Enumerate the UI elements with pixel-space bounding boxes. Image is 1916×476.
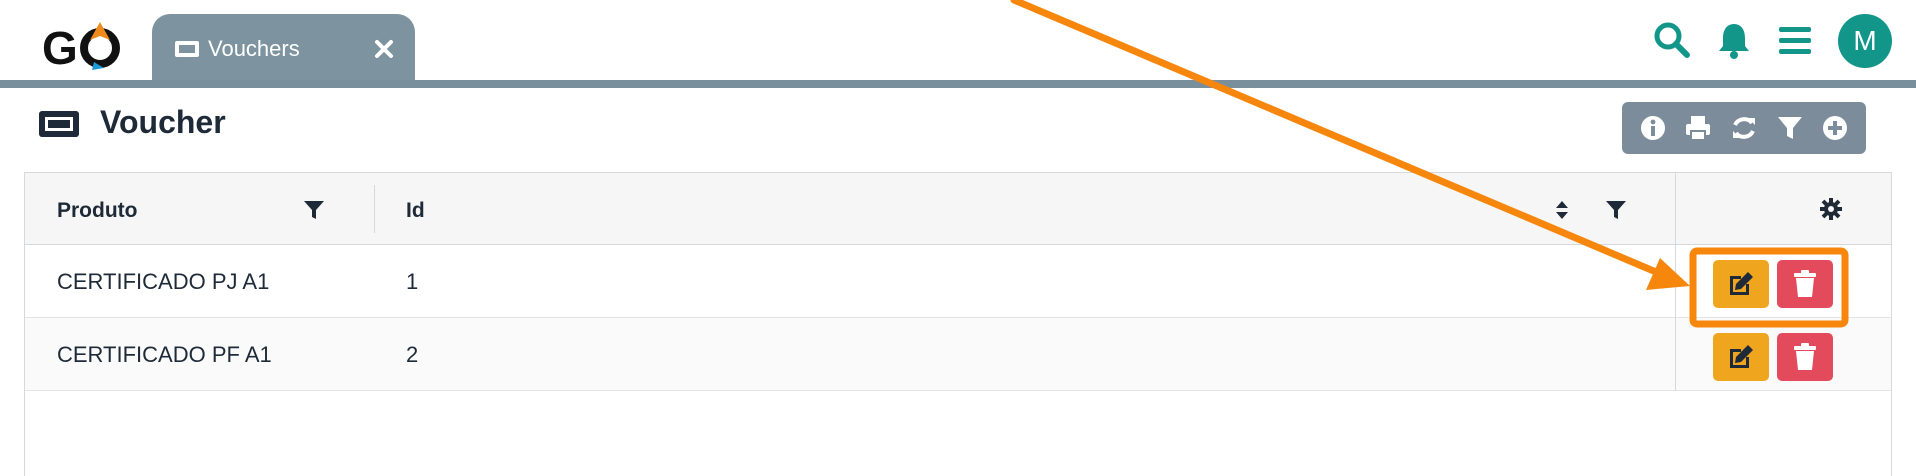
delete-button[interactable] <box>1777 333 1833 381</box>
table-row[interactable]: CERTIFICADO PF A1 2 <box>25 318 1891 391</box>
trash-icon <box>1794 270 1816 297</box>
column-separator <box>1675 245 1676 318</box>
gear-icon[interactable] <box>1819 197 1843 221</box>
cell-id: 2 <box>406 342 419 367</box>
avatar-initial: M <box>1853 25 1877 56</box>
column-separator <box>1675 318 1676 391</box>
refresh-button[interactable] <box>1727 111 1761 145</box>
go-logo[interactable]: G <box>40 18 122 72</box>
page-title: Voucher <box>100 104 226 140</box>
tab-label: Vouchers <box>208 36 300 61</box>
filter-icon[interactable] <box>303 199 325 221</box>
print-button[interactable] <box>1681 111 1715 145</box>
cell-id: 1 <box>406 269 419 294</box>
column-separator[interactable] <box>1675 173 1676 245</box>
edit-icon <box>1730 345 1753 368</box>
bell-icon[interactable] <box>1714 20 1754 60</box>
grid-header: Produto Id <box>25 173 1891 245</box>
table-row[interactable]: CERTIFICADO PJ A1 1 <box>25 245 1891 318</box>
column-header-produto[interactable]: Produto <box>57 199 137 223</box>
info-icon <box>1640 116 1665 140</box>
toolbar <box>1622 102 1866 154</box>
print-icon <box>1686 116 1711 141</box>
top-bar-divider <box>0 80 1916 88</box>
trash-icon <box>1794 343 1816 370</box>
edit-icon <box>1730 272 1753 295</box>
cell-produto: CERTIFICADO PF A1 <box>57 342 272 367</box>
tab-vouchers[interactable]: Vouchers <box>152 14 415 82</box>
filter-icon <box>1777 117 1802 139</box>
ticket-icon <box>175 41 199 57</box>
menu-icon[interactable] <box>1775 20 1815 60</box>
cell-produto: CERTIFICADO PJ A1 <box>57 269 270 294</box>
column-separator[interactable] <box>374 185 375 233</box>
voucher-grid: Produto Id CERTIFICADO PJ A1 1 CERTIFICA… <box>24 172 1892 476</box>
edit-button[interactable] <box>1713 333 1769 381</box>
search-icon[interactable] <box>1652 20 1692 60</box>
filter-icon[interactable] <box>1605 199 1627 221</box>
add-button[interactable] <box>1818 111 1852 145</box>
add-icon <box>1823 116 1848 140</box>
close-icon[interactable] <box>373 38 395 60</box>
svg-text:G: G <box>42 22 78 72</box>
edit-button[interactable] <box>1713 260 1769 308</box>
refresh-icon <box>1732 117 1755 139</box>
top-bar: G Vouchers M <box>0 0 1916 82</box>
sort-icon[interactable] <box>1551 199 1573 221</box>
avatar[interactable]: M <box>1838 14 1892 68</box>
delete-button[interactable] <box>1777 260 1833 308</box>
filter-button[interactable] <box>1773 111 1807 145</box>
ticket-icon <box>39 111 79 137</box>
column-header-id[interactable]: Id <box>406 199 425 223</box>
info-button[interactable] <box>1636 111 1670 145</box>
